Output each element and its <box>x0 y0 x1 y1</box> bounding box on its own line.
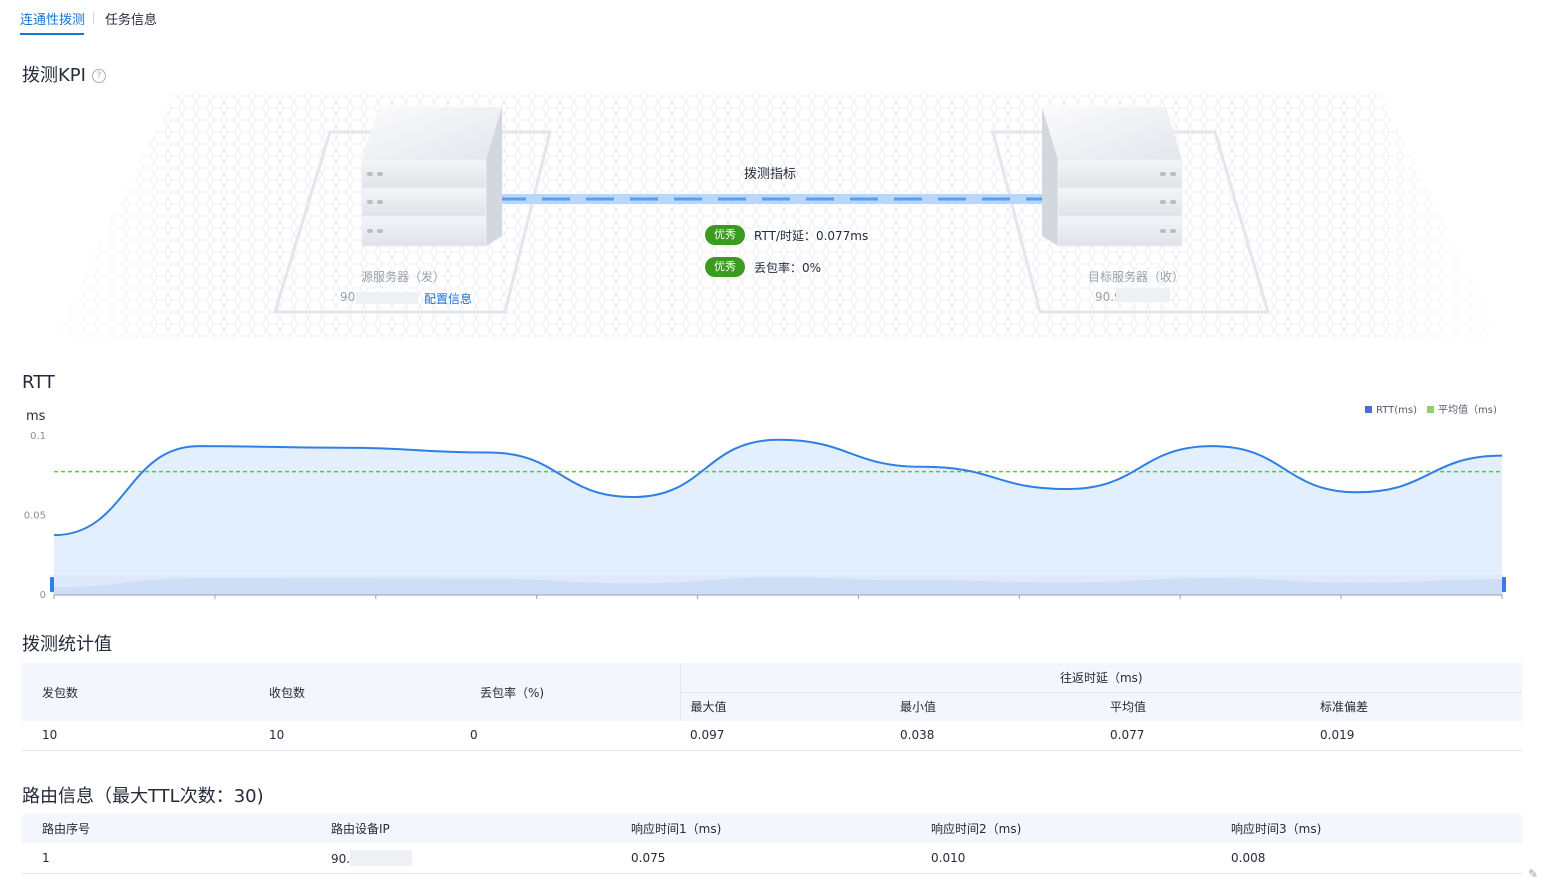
y-axis-label: ms <box>26 409 46 424</box>
header-min: 最小值 <box>890 692 1100 721</box>
legend-swatch-rtt <box>1365 406 1372 413</box>
stats-section-title: 拨测统计值 <box>22 634 112 655</box>
cell-response-3: 0.008 <box>1211 843 1522 874</box>
rtt-section-title: RTT <box>22 372 55 393</box>
header-avg: 平均值 <box>1100 692 1310 721</box>
table-row: 10 10 0 0.097 0.038 0.077 0.019 <box>22 721 1522 751</box>
packet-loss-metric: 丢包率：0% <box>754 261 822 275</box>
rtt-chart-svg: ms 0.1 0.05 0 RTT(ms) 平均值（ms) <box>24 403 1506 601</box>
header-sent: 发包数 <box>22 663 249 721</box>
y-tick-label: 0.05 <box>24 511 46 522</box>
y-tick-label: 0 <box>40 590 46 601</box>
cell-received: 10 <box>249 721 460 751</box>
source-server-label: 源服务器（发） <box>361 270 446 284</box>
cell-response-1: 0.075 <box>611 843 911 874</box>
cell-response-2: 0.010 <box>911 843 1211 874</box>
header-std: 标准偏差 <box>1310 692 1522 721</box>
target-server-label: 目标服务器（收） <box>1088 270 1185 284</box>
kpi-topology: 源服务器（发） 90 配置信息 目标服务器（收） 90.9 拨测指标 优秀 RT… <box>0 0 1544 345</box>
datazoom-handle-right <box>1502 577 1506 592</box>
datazoom-handle-left <box>50 577 54 592</box>
cell-device-ip: 90. <box>311 843 611 874</box>
cell-min: 0.038 <box>890 721 1100 751</box>
header-response-2: 响应时间2（ms) <box>911 814 1211 843</box>
probe-metrics-title: 拨测指标 <box>744 167 797 182</box>
config-info-link[interactable]: 配置信息 <box>424 290 472 307</box>
legend-label-average: 平均值（ms) <box>1438 403 1497 416</box>
cell-loss: 0 <box>460 721 680 751</box>
target-server-icon <box>1042 107 1183 247</box>
header-max: 最大值 <box>680 692 890 721</box>
source-server-icon <box>361 107 502 247</box>
cell-sent: 10 <box>22 721 249 751</box>
edit-icon[interactable]: ✎ <box>1528 867 1542 881</box>
ip-redaction <box>356 292 418 304</box>
header-rtt-group: 往返时延（ms) <box>680 663 1522 693</box>
status-badge: 优秀 <box>705 257 745 277</box>
ip-redaction <box>350 849 413 866</box>
rtt-chart: ms 0.1 0.05 0 RTT(ms) 平均值（ms) <box>0 395 1544 605</box>
header-response-3: 响应时间3（ms) <box>1211 814 1522 843</box>
table-row: 1 90. 0.075 0.010 0.008 <box>22 843 1522 874</box>
status-badge: 优秀 <box>705 225 745 245</box>
cell-max: 0.097 <box>680 721 890 751</box>
legend-swatch-average <box>1427 406 1434 413</box>
source-server-ip: 90 <box>340 290 356 304</box>
stats-table: 发包数 收包数 丢包率（%) 往返时延（ms) 最大值 最小值 平均值 标准偏差… <box>22 663 1522 751</box>
ip-redaction <box>1116 288 1170 302</box>
rtt-latency-metric: RTT/时延：0.077ms <box>754 229 869 243</box>
route-table: 路由序号 路由设备IP 响应时间1（ms) 响应时间2（ms) 响应时间3（ms… <box>22 814 1522 874</box>
rtt-area <box>54 439 1502 594</box>
device-ip-text: 90. <box>331 851 351 866</box>
header-loss: 丢包率（%) <box>460 663 681 721</box>
legend-label-rtt: RTT(ms) <box>1376 405 1417 416</box>
y-tick-label: 0.1 <box>30 431 46 442</box>
cell-route-index: 1 <box>22 843 311 874</box>
header-route-index: 路由序号 <box>22 814 311 843</box>
cell-std: 0.019 <box>1310 721 1522 751</box>
cell-avg: 0.077 <box>1100 721 1310 751</box>
header-device-ip: 路由设备IP <box>311 814 611 843</box>
header-received: 收包数 <box>249 663 460 721</box>
header-response-1: 响应时间1（ms) <box>611 814 911 843</box>
route-section-title: 路由信息（最大TTL次数：30) <box>22 786 264 807</box>
